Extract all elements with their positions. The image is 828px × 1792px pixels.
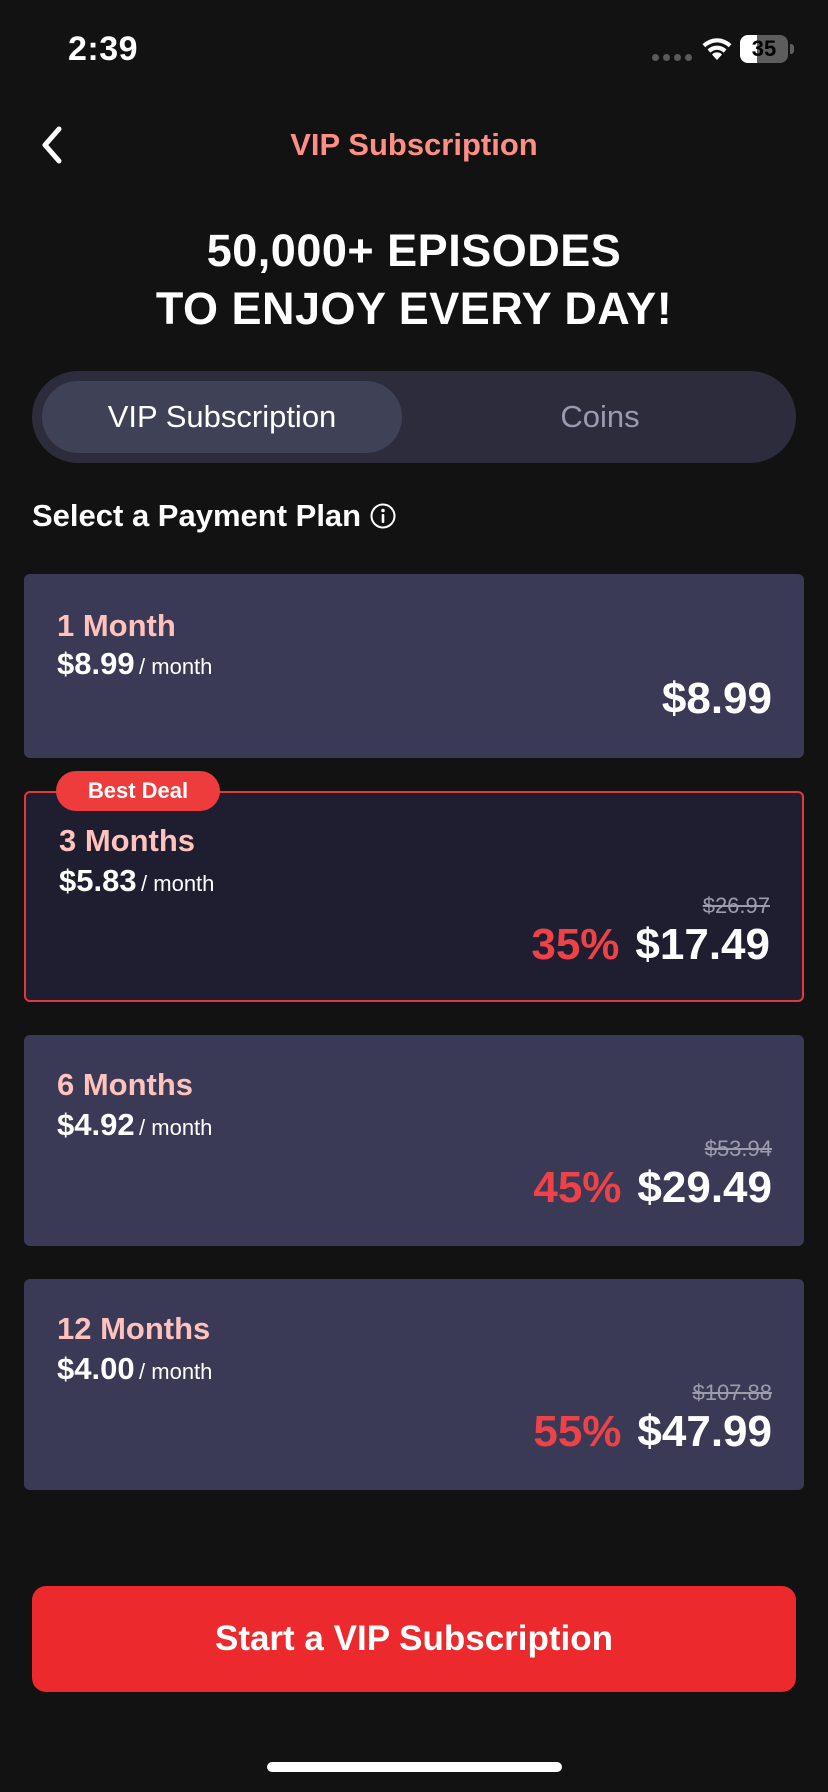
info-icon[interactable]: [369, 502, 397, 530]
tab-coins[interactable]: Coins: [414, 381, 786, 453]
plan-total-price: $47.99: [637, 1407, 772, 1456]
battery-level: 35: [751, 36, 777, 61]
plan-monthly-price: $8.99 / month: [57, 646, 212, 682]
plan-monthly-price: $4.00 / month: [57, 1351, 212, 1387]
plan-price-row: 45% $29.49: [533, 1163, 772, 1213]
plan-monthly-price-value: $4.00: [57, 1351, 135, 1386]
plan-monthly-price-value: $5.83: [59, 863, 137, 898]
plan-monthly-price-value: $4.92: [57, 1107, 135, 1142]
plan-name: 12 Months: [57, 1311, 211, 1346]
plan-name: 3 Months: [59, 823, 196, 858]
cellular-signal-icon: [652, 54, 692, 61]
plan-card-3-months[interactable]: 3 Months $5.83 / month $26.97 35% $17.49: [24, 791, 804, 1002]
section-title-text: Select a Payment Plan: [32, 498, 362, 533]
tab-vip-subscription[interactable]: VIP Subscription: [42, 381, 402, 453]
battery-nub: [790, 44, 794, 54]
battery-icon: 35: [740, 35, 788, 63]
plan-card-1-month[interactable]: 1 Month $8.99 / month $8.99: [24, 574, 804, 758]
page-title: VIP Subscription: [290, 127, 538, 162]
plan-monthly-unit: / month: [139, 654, 213, 679]
plan-original-price: $107.88: [692, 1380, 772, 1405]
section-title: Select a Payment Plan: [32, 498, 397, 534]
plan-monthly-unit: / month: [141, 871, 215, 896]
status-bar: 2:39 35: [0, 0, 828, 100]
plan-monthly-price: $5.83 / month: [59, 863, 214, 899]
headline-line-1: 50,000+ EPISODES: [206, 225, 622, 276]
plan-discount: 45%: [533, 1163, 622, 1212]
plan-total-price: $29.49: [637, 1163, 772, 1212]
headline: 50,000+ EPISODES TO ENJOY EVERY DAY!: [0, 222, 828, 338]
wifi-icon: [700, 36, 734, 67]
plan-name: 6 Months: [57, 1067, 194, 1102]
plan-card-6-months[interactable]: 6 Months $4.92 / month $53.94 45% $29.49: [24, 1035, 804, 1246]
start-vip-subscription-button[interactable]: Start a VIP Subscription: [32, 1586, 796, 1692]
plan-original-price: $26.97: [702, 893, 770, 918]
plan-original-price: $53.94: [704, 1136, 772, 1161]
plan-monthly-price-value: $8.99: [57, 646, 135, 681]
home-indicator: [267, 1762, 562, 1772]
best-deal-badge: Best Deal: [56, 771, 220, 811]
plan-price-row: 55% $47.99: [533, 1407, 772, 1457]
plan-total-price: $17.49: [635, 920, 770, 969]
plan-discount: 35%: [531, 920, 620, 969]
nav-bar: VIP Subscription: [0, 110, 828, 180]
plan-monthly-unit: / month: [139, 1359, 213, 1384]
plan-price-row: $8.99: [662, 674, 772, 724]
plan-type-tabs: VIP Subscription Coins: [32, 371, 796, 463]
plan-discount: 55%: [533, 1407, 622, 1456]
status-time: 2:39: [68, 30, 139, 68]
plan-monthly-price: $4.92 / month: [57, 1107, 212, 1143]
plan-total-price: $8.99: [661, 674, 772, 723]
plan-card-12-months[interactable]: 12 Months $4.00 / month $107.88 55% $47.9…: [24, 1279, 804, 1490]
headline-line-2: TO ENJOY EVERY DAY!: [155, 283, 673, 334]
plan-name: 1 Month: [57, 608, 176, 643]
plan-monthly-unit: / month: [139, 1115, 213, 1140]
plan-price-row: 35% $17.49: [531, 920, 770, 970]
